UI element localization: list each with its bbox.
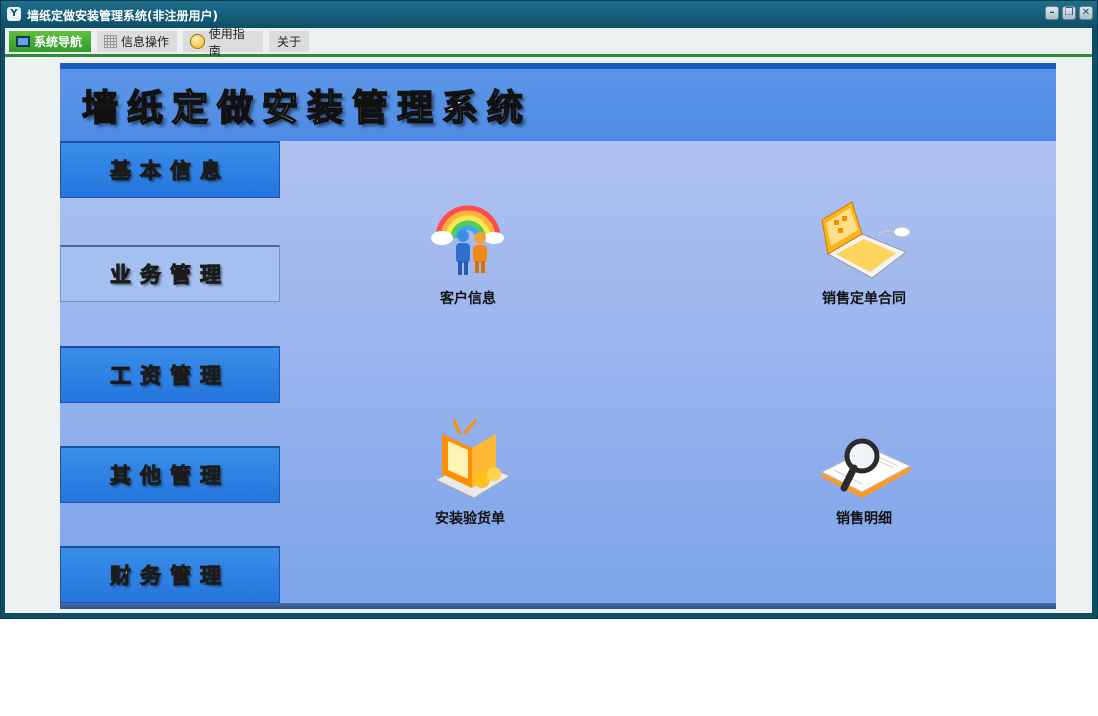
banner-title: 墙纸定做安装管理系统 xyxy=(81,86,533,130)
nav-label: 工资管理 xyxy=(110,363,230,389)
nav-label: 基本信息 xyxy=(110,158,230,184)
tv-shopping-icon xyxy=(420,418,520,504)
feature-label: 客户信息 xyxy=(440,291,496,307)
restore-icon[interactable]: ❐ xyxy=(1062,6,1076,20)
nav-label: 财务管理 xyxy=(110,563,230,589)
nav-other-mgmt[interactable]: 其他管理 xyxy=(60,446,280,503)
magnifier-book-icon xyxy=(814,418,914,504)
nav-label: 其他管理 xyxy=(110,463,230,489)
nav-business-mgmt[interactable]: 业务管理 xyxy=(60,245,280,302)
main-panel: 墙纸定做安装管理系统 基本信息 业务管理 工资管理 其他管理 财务管理 客户信息… xyxy=(60,63,1056,609)
banner: 墙纸定做安装管理系统 xyxy=(60,63,1056,141)
close-icon[interactable]: ✕ xyxy=(1079,6,1093,20)
feature-label: 销售定单合同 xyxy=(822,291,906,307)
menu-label: 信息操作 xyxy=(121,35,170,49)
laptop-icon xyxy=(814,198,914,284)
app-logo-icon: Y xyxy=(7,7,21,21)
panel-bottom-bar xyxy=(60,603,1056,609)
window-controls: – ❐ ✕ xyxy=(1045,6,1093,20)
feature-sales-details[interactable]: 销售明细 xyxy=(774,418,954,528)
menu-system-nav[interactable]: 系统导航 xyxy=(9,31,91,52)
title-bar[interactable]: Y 墙纸定做安装管理系统(非注册用户) – ❐ ✕ xyxy=(1,1,1097,28)
menu-bar: 系统导航 信息操作 使用指南 关于 xyxy=(5,27,1092,58)
menu-label: 使用指南 xyxy=(208,26,245,58)
monitor-icon xyxy=(16,36,30,47)
smiley-icon xyxy=(190,34,205,49)
feature-sales-contract[interactable]: 销售定单合同 xyxy=(774,198,954,308)
nav-label: 业务管理 xyxy=(110,262,230,288)
menu-label: 关于 xyxy=(276,35,301,49)
window-title: 墙纸定做安装管理系统(非注册用户) xyxy=(27,9,218,23)
grid-icon xyxy=(104,35,117,48)
menu-info-ops[interactable]: 信息操作 xyxy=(97,31,177,52)
menu-label: 系统导航 xyxy=(34,35,83,49)
feature-customer-info[interactable]: 客户信息 xyxy=(378,198,558,308)
feature-label: 安装验货单 xyxy=(435,511,505,527)
nav-finance-mgmt[interactable]: 财务管理 xyxy=(60,546,280,603)
menu-about[interactable]: 关于 xyxy=(269,31,309,52)
nav-salary-mgmt[interactable]: 工资管理 xyxy=(60,346,280,403)
customers-rainbow-icon xyxy=(418,198,518,284)
feature-install-check[interactable]: 安装验货单 xyxy=(380,418,560,528)
minimize-icon[interactable]: – xyxy=(1045,6,1059,20)
app-window: Y 墙纸定做安装管理系统(非注册用户) – ❐ ✕ 系统导航 信息操作 使用指南… xyxy=(0,0,1098,619)
nav-basic-info[interactable]: 基本信息 xyxy=(60,141,280,198)
menu-user-guide[interactable]: 使用指南 xyxy=(183,27,263,58)
feature-label: 销售明细 xyxy=(836,511,892,527)
